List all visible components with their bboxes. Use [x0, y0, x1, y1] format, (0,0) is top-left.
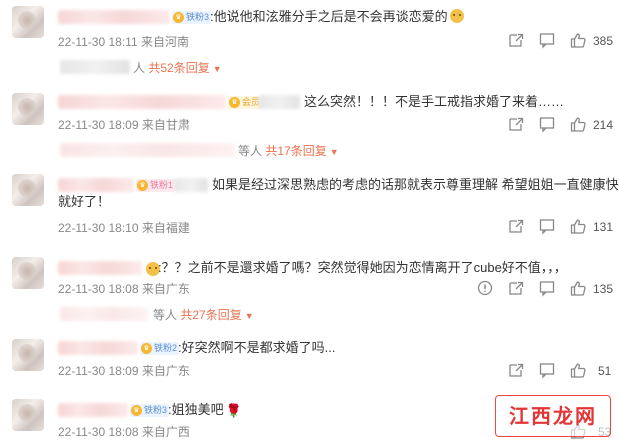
share-icon[interactable] [507, 217, 525, 235]
avatar[interactable] [12, 93, 44, 125]
comment-location: 来自广西 [141, 425, 190, 439]
comment-location: 来自广东 [141, 282, 190, 296]
comment-icon[interactable] [538, 217, 556, 235]
watermark-logo: 江西龙网 [495, 395, 611, 437]
comment-meta: 22-11-30 18:08 来自广东 [58, 280, 190, 297]
comment-date: 22-11-30 18:09 [58, 118, 139, 132]
share-icon[interactable] [507, 361, 525, 379]
avatar[interactable] [12, 339, 44, 371]
replies-toggle[interactable]: 等人 共27条回复 ▼ [153, 306, 254, 323]
comment-icon[interactable] [538, 279, 556, 297]
comment-location: 来自甘肃 [141, 118, 190, 132]
thumbs-up-icon[interactable] [569, 115, 587, 133]
username-blurred[interactable] [58, 95, 226, 109]
username-blurred[interactable] [58, 403, 128, 417]
fan-badge: ♛ 铁粉3 [130, 404, 170, 417]
username-blurred[interactable] [58, 341, 138, 355]
avatar[interactable] [12, 174, 44, 206]
comment-date: 22-11-30 18:08 [58, 425, 139, 439]
avatar[interactable] [12, 6, 44, 38]
replies-toggle[interactable]: 等人 共17条回复 ▼ [238, 142, 339, 159]
share-icon[interactable] [507, 115, 525, 133]
comment-meta: 22-11-30 18:08 来自广西 [58, 423, 190, 440]
comment-text: 这么突然！！！不是手工戒指求婚了来着…… [304, 94, 565, 109]
share-icon[interactable] [507, 31, 525, 49]
comment-icon[interactable] [538, 361, 556, 379]
rose-emoji-icon: 🌹 [225, 403, 242, 418]
comment-meta: 22-11-30 18:10 来自福建 [58, 219, 190, 236]
comment-location: 来自福建 [141, 221, 190, 235]
comment-text: :姐独美吧 🌹 [168, 400, 242, 421]
username-blurred[interactable] [58, 178, 134, 192]
fan-badge: ♛ 铁粉3 [172, 11, 212, 24]
caret-down-icon: ▼ [212, 64, 222, 74]
comment-meta: 22-11-30 18:09 来自广东 [58, 362, 190, 379]
thumbs-up-icon[interactable] [569, 31, 587, 49]
comment-text: :他说他和泫雅分手之后是不会再谈恋爱的 [210, 7, 464, 27]
replier-names-blurred [60, 307, 148, 321]
comment-text: :？？之前不是還求婚了嗎？突然觉得她因为恋情离开了cube好不值，，， [158, 260, 567, 275]
doge-emoji-icon [449, 9, 464, 23]
replier-names-blurred [60, 60, 130, 74]
thumbs-up-icon[interactable] [569, 217, 587, 235]
like-count: 214 [593, 118, 614, 132]
comment-date: 22-11-30 18:11 [58, 35, 138, 49]
like-count: 385 [593, 34, 614, 48]
fan-badge: ♛ 铁粉2 [140, 342, 180, 355]
comment-location: 来自河南 [140, 35, 189, 49]
fan-badge: ♛ 铁粉1 [136, 179, 176, 192]
report-icon[interactable] [476, 279, 494, 297]
share-icon[interactable] [507, 279, 525, 297]
caret-down-icon: ▼ [329, 147, 339, 157]
comment-date: 22-11-30 18:09 [58, 364, 139, 378]
comment-text: :好突然啊不是都求婚了吗... [178, 340, 336, 355]
comment-date: 22-11-30 18:08 [58, 282, 139, 296]
replier-names-blurred [60, 143, 235, 157]
comment-meta: 22-11-30 18:09 来自甘肃 [58, 116, 190, 133]
replies-toggle[interactable]: 人 共52条回复 ▼ [133, 59, 222, 76]
comment-icon[interactable] [538, 31, 556, 49]
comment-meta: 22-11-30 18:11 来自河南 [58, 33, 189, 50]
member-badge: ♛ 会员 [228, 96, 263, 109]
username-suffix-blurred [258, 95, 300, 109]
username-blurred[interactable] [58, 261, 142, 275]
comment-date: 22-11-30 18:10 [58, 221, 139, 235]
like-count: 135 [593, 282, 614, 296]
avatar[interactable] [12, 257, 44, 289]
caret-down-icon: ▼ [244, 311, 254, 321]
like-count: 131 [593, 220, 614, 234]
comment-text-line2: 就好了！ [58, 194, 111, 209]
like-count: 51 [598, 364, 612, 378]
username-suffix-blurred [174, 178, 208, 192]
username-blurred[interactable] [58, 10, 170, 24]
thumbs-up-icon[interactable] [569, 279, 587, 297]
thumbs-up-icon[interactable] [569, 361, 587, 379]
avatar[interactable] [12, 399, 44, 431]
comment-location: 来自广东 [141, 364, 190, 378]
comment-text: 如果是经过深思熟虑的考虑的话那就表示尊重理解 希望姐姐一直健康快乐 [212, 177, 619, 192]
comment-icon[interactable] [538, 115, 556, 133]
